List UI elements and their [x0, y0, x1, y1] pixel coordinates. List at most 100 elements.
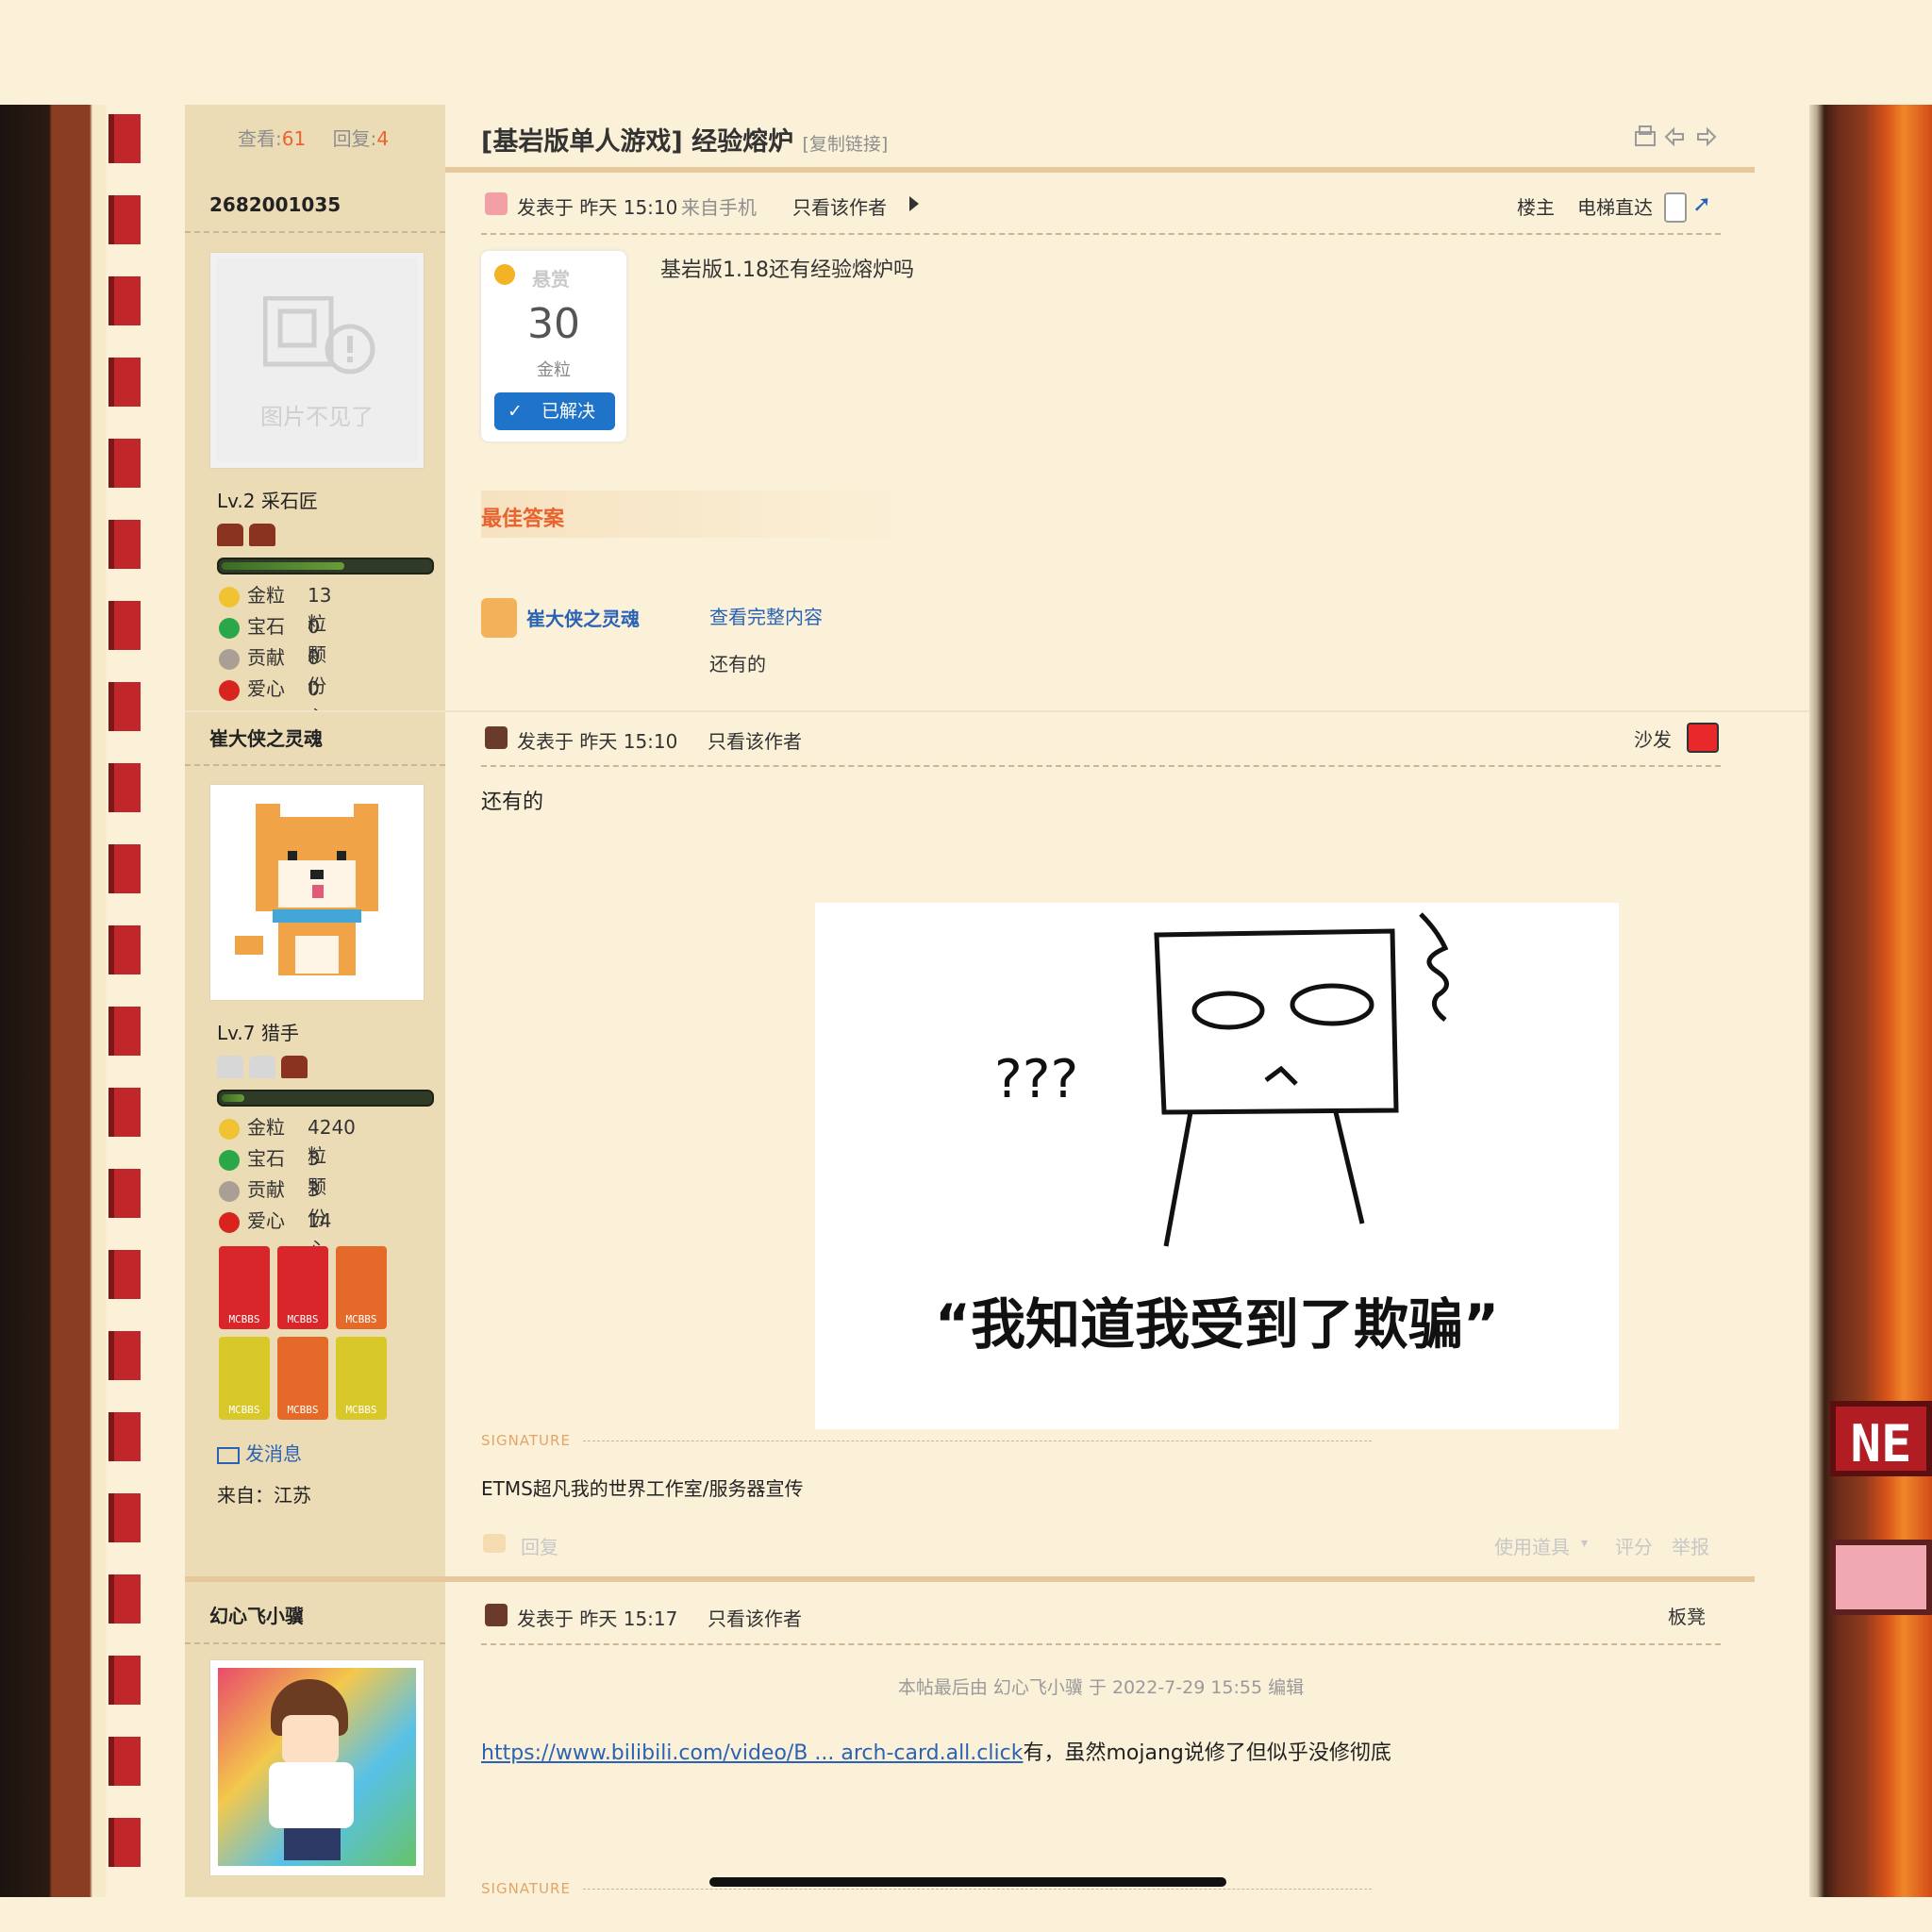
avatar-pants: [284, 1828, 341, 1860]
best-answer-text: 还有的: [709, 653, 766, 675]
only-author-link[interactable]: 只看该作者: [708, 1604, 802, 1631]
medal-10[interactable]: MCBBS: [336, 1246, 387, 1329]
wall-rail: [108, 114, 141, 163]
exp-bar: [217, 1090, 434, 1107]
chevron-down-icon[interactable]: ▾: [1581, 1536, 1588, 1551]
rate-button[interactable]: 评分: [1615, 1532, 1653, 1559]
stat-love: 爱心14 心: [219, 1207, 331, 1260]
wall-rail: [108, 1412, 141, 1461]
copy-link[interactable]: [复制链接]: [803, 134, 889, 155]
wall-rail: [108, 1574, 141, 1624]
divider: [185, 231, 445, 233]
next-thread-icon[interactable]: [1694, 125, 1719, 153]
shiba-avatar-icon[interactable]: [481, 598, 517, 638]
medal-windows[interactable]: MCBBS: [219, 1246, 270, 1329]
post3-content: https://www.bilibili.com/video/B ... arc…: [481, 1741, 1391, 1765]
report-button[interactable]: 举报: [1672, 1532, 1709, 1559]
emerald-icon: [219, 617, 240, 639]
post-time: 发表于 昨天 15:10: [517, 730, 678, 753]
from-mobile: 来自手机: [681, 196, 757, 219]
medal-pickaxe[interactable]: MCBBS: [336, 1337, 387, 1420]
helmet-icon: [281, 1056, 308, 1078]
reply-icon[interactable]: [483, 1534, 506, 1553]
caret-right-icon[interactable]: [909, 196, 919, 211]
home-indicator[interactable]: [709, 1877, 1226, 1887]
medal-seeds[interactable]: MCBBS: [277, 1337, 328, 1420]
avatar[interactable]: 图片不见了: [209, 252, 425, 469]
left-wall-texture: [0, 105, 185, 1897]
post-time: 发表于 昨天 15:10: [517, 196, 678, 219]
post2-author-column: 崔大侠之灵魂 Lv.7 猎手 金粒 4240 粒 宝石 3 颗 贡献 3 份 爱心 14…: [185, 712, 445, 1577]
wall-rail: [108, 1088, 141, 1137]
post2-meta: 发表于 昨天 15:10 只看该作者 沙发: [481, 723, 1721, 766]
post1-author-column: 2682001035 图片不见了 Lv.2 采石匠 金粒 13 粒 宝石 0 颗 贡…: [185, 173, 445, 728]
reply-button[interactable]: 回复: [521, 1532, 558, 1559]
gold-nugget-icon: [219, 1118, 240, 1140]
wall-rail: [108, 1331, 141, 1380]
post2-actions: 回复 使用道具 ▾ 评分 举报: [481, 1532, 1721, 1564]
gold-nugget-icon: [219, 586, 240, 608]
apple-icon: [219, 1211, 240, 1233]
view-full-link[interactable]: 查看完整内容: [709, 602, 823, 629]
broken-image-icon: [263, 296, 375, 375]
best-answer-user[interactable]: 崔大侠之灵魂: [526, 604, 640, 631]
post3-meta: 发表于 昨天 15:17 只看该作者 板凳: [481, 1600, 1721, 1643]
meme-caption: “我知道我受到了欺骗”: [934, 1292, 1500, 1357]
wall-rail: [108, 276, 141, 325]
sofa-icon: [1687, 723, 1719, 753]
stat-gold: 金粒 13 粒: [219, 581, 331, 635]
avatar-image: [218, 1668, 416, 1866]
avatar[interactable]: [209, 1659, 425, 1876]
avatar-placeholder: 图片不见了: [216, 258, 418, 462]
wall-rail: [108, 1737, 141, 1786]
gold-nugget-icon: [494, 264, 515, 285]
edit-note: 本帖最后由 幻心飞小骥 于 2022-7-29 15:55 编辑: [897, 1677, 1305, 1698]
avatar-face: [282, 1715, 339, 1764]
avatar-missing-text: 图片不见了: [260, 404, 374, 430]
thread-title: [基岩版单人游戏] 经验熔炉 [复制链接]: [481, 127, 889, 157]
wall-rail: [108, 601, 141, 650]
signature-label: SIGNATURE: [481, 1880, 571, 1897]
avatar[interactable]: [209, 784, 425, 1001]
helmet-icon: [249, 1056, 275, 1078]
user-level: Lv.2 采石匠: [217, 490, 318, 512]
contribution-icon: [219, 648, 240, 670]
elevator-input[interactable]: [1664, 192, 1687, 223]
helmet-icon: [249, 524, 275, 546]
contribution-icon: [219, 1180, 240, 1202]
pig-avatar-icon: [485, 192, 508, 215]
bilibili-link[interactable]: https://www.bilibili.com/video/B ... arc…: [481, 1741, 1023, 1765]
wall-rail: [108, 1250, 141, 1299]
wall-rail: [108, 682, 141, 731]
user-level: Lv.7 猎手: [217, 1022, 299, 1044]
medal-pickaxe[interactable]: MCBBS: [219, 1337, 270, 1420]
bounty-amount: 30: [527, 300, 580, 348]
send-message-link[interactable]: 发消息: [217, 1439, 302, 1466]
meme-drawing: ???: [994, 912, 1449, 1247]
author-name[interactable]: 幻心飞小骥: [209, 1601, 304, 1628]
divider: [185, 1642, 445, 1644]
only-author-link[interactable]: 只看该作者: [792, 192, 887, 220]
stat-contrib: 贡献 0 份: [219, 643, 326, 697]
use-item-button[interactable]: 使用道具: [1494, 1532, 1570, 1559]
author-name[interactable]: 崔大侠之灵魂: [209, 724, 323, 751]
best-answer-header: 最佳答案: [481, 491, 934, 538]
medal-java[interactable]: MCBBS: [277, 1246, 328, 1329]
prev-thread-icon[interactable]: [1662, 125, 1687, 153]
stat-gold: 金粒 4240 粒: [219, 1113, 356, 1167]
bounty-card: 悬赏 30 金粒 ✓ 已解决: [481, 251, 626, 441]
best-answer-title: 最佳答案: [481, 508, 565, 531]
stat-gem: 宝石 3 颗: [219, 1144, 326, 1198]
go-arrow-icon[interactable]: ➚: [1692, 191, 1711, 217]
meme-image: ??? “我知道我受到了欺骗”: [815, 903, 1619, 1429]
wall-rail: [108, 520, 141, 569]
only-author-link[interactable]: 只看该作者: [708, 726, 802, 754]
level-hearts: [217, 1056, 313, 1082]
avatar-coat: [269, 1762, 354, 1828]
stat-contrib: 贡献 3 份: [219, 1175, 326, 1229]
author-name[interactable]: 2682001035: [209, 193, 341, 216]
wall-rail: [108, 358, 141, 407]
divider: [481, 1643, 1721, 1645]
wall-rail: [108, 1169, 141, 1218]
bounty-label: 悬赏: [532, 268, 570, 291]
